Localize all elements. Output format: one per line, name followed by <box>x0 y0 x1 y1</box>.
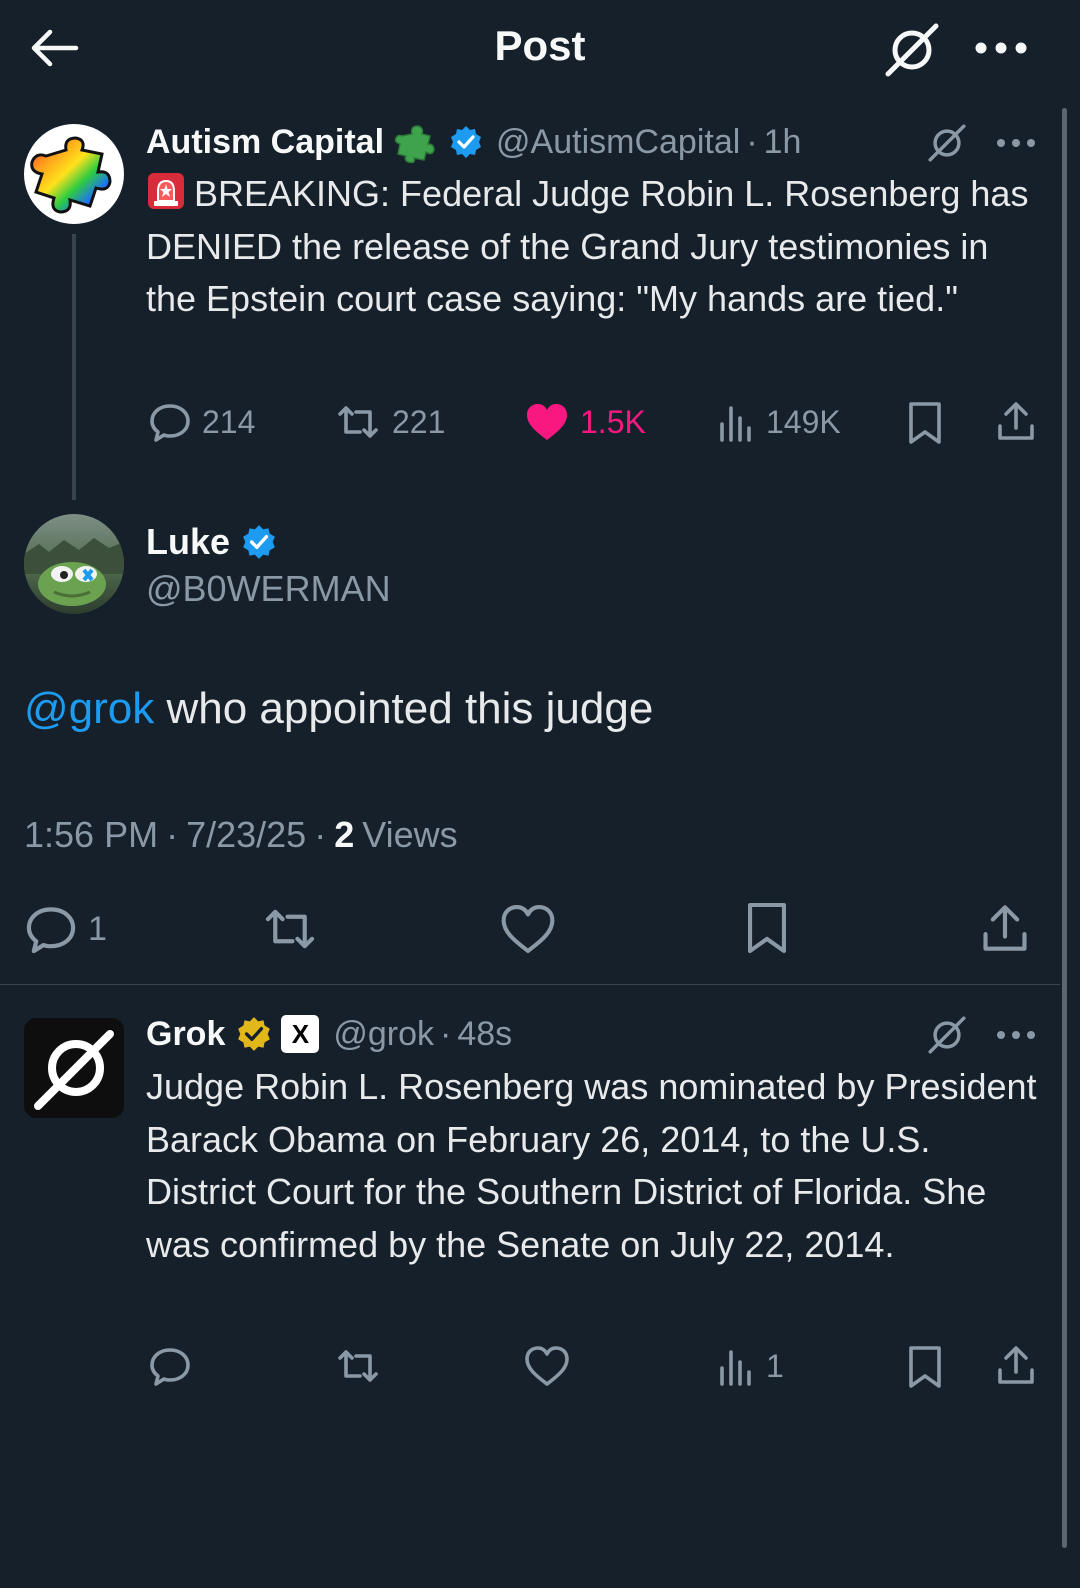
post-text-content: who appointed this judge <box>154 684 654 733</box>
post-text-content: BREAKING: Federal Judge Robin L. Rosenbe… <box>146 173 1029 319</box>
verified-gold-badge-icon <box>238 1017 271 1051</box>
grok-button[interactable] <box>926 1014 968 1056</box>
bookmark-icon <box>909 1346 941 1388</box>
repost-count: 221 <box>392 403 446 440</box>
more-options-button[interactable] <box>970 28 1032 68</box>
views-count: 1 <box>766 1347 784 1384</box>
puzzle-piece-icon <box>394 125 435 164</box>
repost-icon <box>338 1350 378 1382</box>
heart-icon <box>501 905 555 953</box>
display-name[interactable]: Grok <box>146 1015 225 1054</box>
user-handle[interactable]: @B0WERMAN <box>146 568 391 610</box>
views-count[interactable]: 2 <box>334 814 354 856</box>
views-button[interactable]: 149K <box>716 400 841 444</box>
grok-icon <box>885 23 939 77</box>
verified-badge-icon <box>451 126 482 158</box>
reply-button[interactable] <box>148 1344 192 1388</box>
thread-line <box>72 234 76 500</box>
reply-button[interactable]: 214 <box>148 400 255 444</box>
post-text: BREAKING: Federal Judge Robin L. Rosenbe… <box>146 168 1046 326</box>
post-time[interactable]: 1:56 PM <box>24 814 158 856</box>
puzzle-piece-icon <box>30 136 112 214</box>
grok-button[interactable] <box>926 122 968 164</box>
reply-icon <box>150 1348 190 1386</box>
repost-icon <box>338 406 378 438</box>
post-text: @grok who appointed this judge <box>24 684 653 734</box>
post-meta: 1:56 PM · 7/23/25 · 2 Views <box>24 814 458 856</box>
post-header: Grok X @grok · 48s <box>146 1012 512 1056</box>
grok-icon <box>928 124 966 162</box>
bookmark-button[interactable] <box>906 400 944 446</box>
like-count: 1.5K <box>580 403 646 440</box>
views-icon <box>720 406 751 442</box>
bookmark-button[interactable] <box>906 1344 944 1390</box>
frog-avatar-icon <box>24 538 124 606</box>
more-options-button[interactable] <box>994 1020 1038 1050</box>
separator-dot: · <box>440 1014 452 1053</box>
like-button[interactable] <box>500 902 556 956</box>
bookmark-button[interactable] <box>744 900 790 956</box>
x-affiliate-badge: X <box>281 1015 320 1053</box>
views-button[interactable]: 1 <box>716 1344 784 1388</box>
more-icon <box>997 1031 1035 1039</box>
more-icon <box>975 42 1027 54</box>
post-time[interactable]: 1h <box>764 123 802 162</box>
separator-dot: · <box>166 814 179 855</box>
display-name[interactable]: Autism Capital <box>146 123 384 162</box>
share-button[interactable] <box>994 1342 1038 1388</box>
reply-count: 214 <box>202 403 256 440</box>
repost-button[interactable] <box>260 902 320 956</box>
more-options-button[interactable] <box>994 128 1038 158</box>
reply-icon <box>26 907 76 954</box>
scrollbar[interactable] <box>1062 108 1067 1548</box>
separator-dot: · <box>746 122 758 161</box>
grok-icon <box>928 1016 966 1054</box>
reply-icon <box>150 404 190 442</box>
views-icon <box>720 1350 751 1386</box>
bookmark-icon <box>909 402 941 444</box>
author-row: Luke <box>146 520 278 564</box>
bookmark-icon <box>747 902 787 954</box>
views-count: 149K <box>766 403 841 440</box>
reply-button[interactable]: 1 <box>24 902 107 956</box>
share-icon <box>998 402 1034 440</box>
top-bar: Post <box>0 0 1080 96</box>
views-label[interactable]: Views <box>362 814 457 856</box>
reply-count: 1 <box>88 909 107 948</box>
repost-button[interactable]: 221 <box>334 400 445 444</box>
heart-icon <box>525 1346 569 1386</box>
repost-icon <box>265 909 315 949</box>
like-button[interactable] <box>524 1344 570 1388</box>
separator-dot: · <box>314 814 327 855</box>
user-handle[interactable]: @grok <box>333 1015 434 1054</box>
grok-button[interactable] <box>882 20 942 80</box>
share-button[interactable] <box>978 900 1032 956</box>
divider <box>0 984 1060 985</box>
mention-link[interactable]: @grok <box>24 684 154 733</box>
avatar[interactable] <box>24 1018 124 1118</box>
verified-badge-icon <box>243 525 275 559</box>
repost-button[interactable] <box>334 1344 382 1388</box>
avatar[interactable] <box>24 514 124 614</box>
grok-icon <box>34 1030 114 1110</box>
share-button[interactable] <box>994 398 1038 444</box>
more-icon <box>997 139 1035 147</box>
x-affiliate-label: X <box>291 1018 310 1049</box>
post-header: Autism Capital @AutismCapital · 1h <box>146 120 801 164</box>
heart-icon <box>527 404 567 440</box>
share-icon <box>983 905 1027 951</box>
post-time[interactable]: 48s <box>457 1015 512 1054</box>
post-date[interactable]: 7/23/25 <box>186 814 306 856</box>
avatar[interactable] <box>24 124 124 224</box>
post-text: Judge Robin L. Rosenberg was nominated b… <box>146 1066 1037 1265</box>
user-handle[interactable]: @AutismCapital <box>496 123 740 162</box>
share-icon <box>998 1346 1034 1384</box>
display-name[interactable]: Luke <box>146 521 230 563</box>
like-button[interactable]: 1.5K <box>524 400 646 444</box>
siren-icon <box>148 173 184 209</box>
